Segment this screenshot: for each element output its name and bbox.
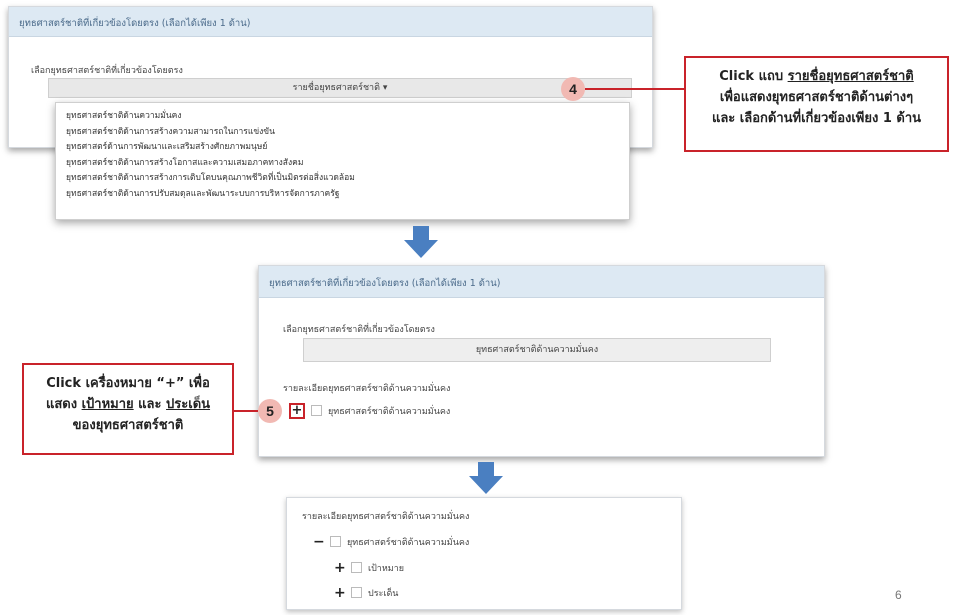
callout-5-text-mid: และ — [133, 397, 167, 412]
callout-5-box: Click เครื่องหมาย “+” เพื่อ แสดง เป้าหมา… — [22, 363, 234, 455]
issue-checkbox[interactable] — [351, 587, 362, 598]
collapse-minus-button[interactable]: − — [313, 535, 325, 549]
callout-4-connector — [585, 88, 684, 90]
menu-item-security[interactable]: ยุทธศาสตร์ชาติด้านความมั่นคง — [56, 109, 629, 125]
target-checkbox[interactable] — [351, 562, 362, 573]
menu-item-public-administration[interactable]: ยุทธศาสตร์ชาติด้านการปรับสมดุลและพัฒนาระ… — [56, 187, 629, 203]
callout-5-issue-link: ประเด็น — [166, 397, 211, 412]
callout-4-line2: เพื่อแสดงยุทธศาสตร์ชาติด้านต่างๆ — [719, 90, 914, 105]
issue-label: ประเด็น — [368, 589, 399, 599]
panel-header: ยุทธศาสตร์ชาติที่เกี่ยวข้องโดยตรง (เลือก… — [259, 266, 824, 298]
panel-header: ยุทธศาสตร์ชาติที่เกี่ยวข้องโดยตรง (เลือก… — [9, 7, 652, 37]
strategy-item-label: ยุทธศาสตร์ชาติด้านความมั่นคง — [347, 538, 470, 548]
callout-5-connector — [234, 410, 258, 412]
down-arrow-icon — [469, 462, 503, 494]
step-4-badge: 4 — [561, 77, 585, 101]
strategy-dropdown-menu: ยุทธศาสตร์ชาติด้านความมั่นคง ยุทธศาสตร์ช… — [55, 102, 630, 220]
page-number: 6 — [895, 588, 902, 602]
callout-4-strategy-list-link: รายชื่อยุทธศาสตร์ชาติ — [787, 69, 914, 84]
strategy-detail-label: รายละเอียดยุทธศาสตร์ชาติด้านความมั่นคง — [283, 384, 451, 394]
expand-issue-button[interactable]: + — [334, 586, 346, 600]
strategy-item-label: ยุทธศาสตร์ชาติด้านความมั่นคง — [328, 407, 451, 417]
strategy-checkbox[interactable] — [311, 405, 322, 416]
selected-strategy-field[interactable]: ยุทธศาสตร์ชาติด้านความมั่นคง — [303, 338, 771, 362]
callout-4-line3: และ เลือกด้านที่เกี่ยวข้องเพียง 1 ด้าน — [711, 111, 922, 126]
menu-item-competitiveness[interactable]: ยุทธศาสตร์ชาติด้านการสร้างความสามารถในกา… — [56, 125, 629, 141]
strategy-dropdown-button[interactable]: รายชื่อยุทธศาสตร์ชาติ ▾ — [48, 78, 632, 98]
callout-5-line3: ของยุทธศาสตร์ชาติ — [72, 418, 184, 433]
strategy-detail-label: รายละเอียดยุทธศาสตร์ชาติด้านความมั่นคง — [302, 512, 470, 522]
menu-item-green-growth[interactable]: ยุทธศาสตร์ชาติด้านการสร้างการเติบโตบนคุณ… — [56, 171, 629, 187]
menu-item-human-development[interactable]: ยุทธศาสตร์ด้านการพัฒนาและเสริมสร้างศักยภ… — [56, 140, 629, 156]
callout-5-target-link: เป้าหมาย — [81, 397, 134, 412]
target-label: เป้าหมาย — [368, 564, 405, 574]
select-strategy-label: เลือกยุทธศาสตร์ชาติที่เกี่ยวข้องโดยตรง — [283, 325, 435, 335]
down-arrow-icon — [404, 226, 438, 258]
callout-4-text-pre: Click แถบ — [719, 69, 788, 84]
step-5-badge: 5 — [258, 399, 282, 423]
strategy-checkbox[interactable] — [330, 536, 341, 547]
callout-4-box: Click แถบ รายชื่อยุทธศาสตร์ชาติ เพื่อแสด… — [684, 56, 949, 152]
expand-target-button[interactable]: + — [334, 561, 346, 575]
select-strategy-label: เลือกยุทธศาสตร์ชาติที่เกี่ยวข้องโดยตรง — [31, 66, 183, 76]
menu-item-social-equality[interactable]: ยุทธศาสตร์ชาติด้านการสร้างโอกาสและความเส… — [56, 156, 629, 172]
expand-plus-button[interactable]: + — [289, 403, 305, 419]
callout-5-line1: Click เครื่องหมาย “+” เพื่อ — [46, 376, 210, 391]
callout-5-text-pre: แสดง — [45, 397, 82, 412]
